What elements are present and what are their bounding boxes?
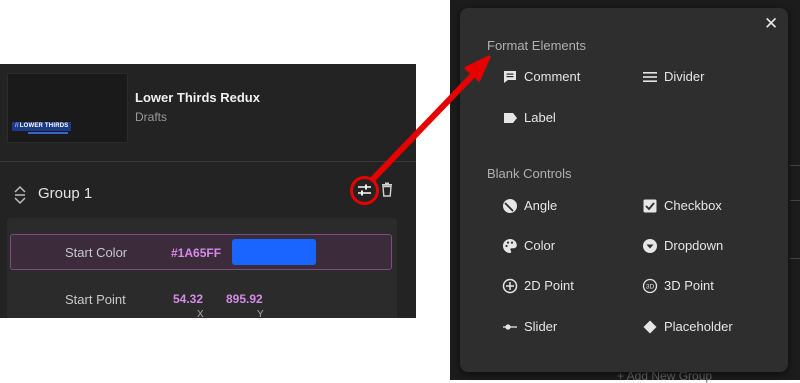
close-button[interactable]: ✕ xyxy=(764,15,778,32)
header-divider xyxy=(0,161,416,162)
y-axis-label: Y xyxy=(257,309,264,318)
start-color-row[interactable]: Start Color #1A65FF xyxy=(10,234,392,270)
add-control-popup: ✕ Format Elements Comment Divider Label … xyxy=(460,8,788,372)
background-edge-line xyxy=(790,258,800,259)
angle-label: Angle xyxy=(524,198,558,213)
label-label: Label xyxy=(524,110,556,125)
x-axis-label: X xyxy=(197,309,204,318)
checkbox-label: Checkbox xyxy=(664,198,722,213)
group-row: Group 1 xyxy=(0,174,416,214)
menu-item-2d-point[interactable]: 2D Point xyxy=(502,277,574,295)
format-elements-title: Format Elements xyxy=(487,38,586,53)
menu-item-placeholder[interactable]: Placeholder xyxy=(642,318,733,336)
menu-item-comment[interactable]: Comment xyxy=(502,68,580,86)
properties-panel: Start Color #1A65FF Start Point 54.32 89… xyxy=(7,218,397,318)
thumbnail-underline xyxy=(28,132,68,134)
menu-item-checkbox[interactable]: Checkbox xyxy=(642,197,722,215)
menu-item-3d-point[interactable]: 3D 3D Point xyxy=(642,277,714,295)
slider-label: Slider xyxy=(524,319,558,334)
project-header: LOWER THIRDS Lower Thirds Redux Drafts xyxy=(0,64,416,162)
menu-item-slider[interactable]: Slider xyxy=(502,318,557,336)
trash-icon[interactable] xyxy=(381,182,393,197)
label-icon xyxy=(504,113,517,123)
left-panel: LOWER THIRDS Lower Thirds Redux Drafts G… xyxy=(0,64,416,318)
3d-point-label: 3D Point xyxy=(664,278,714,293)
dropdown-label: Dropdown xyxy=(664,238,724,253)
comment-label: Comment xyxy=(524,69,581,84)
reorder-icon[interactable] xyxy=(13,184,27,206)
comment-icon xyxy=(504,71,516,83)
divider-label: Divider xyxy=(664,69,705,84)
start-color-value[interactable]: #1A65FF xyxy=(171,246,221,260)
format-controls-button[interactable] xyxy=(350,176,379,205)
menu-item-label[interactable]: Label xyxy=(502,109,556,127)
background-edge-line xyxy=(790,165,800,166)
divider-icon xyxy=(643,72,657,82)
svg-text:3D: 3D xyxy=(646,284,655,291)
project-title: Lower Thirds Redux xyxy=(135,90,260,105)
project-thumbnail[interactable]: LOWER THIRDS xyxy=(7,73,128,143)
start-color-label: Start Color xyxy=(65,245,128,260)
menu-item-dropdown[interactable]: Dropdown xyxy=(642,237,723,255)
color-label: Color xyxy=(524,238,556,253)
menu-item-color[interactable]: Color xyxy=(502,237,555,255)
menu-item-angle[interactable]: Angle xyxy=(502,197,557,215)
2d-point-label: 2D Point xyxy=(524,278,574,293)
checkbox-icon xyxy=(643,199,657,213)
palette-icon xyxy=(503,239,517,253)
menu-item-divider[interactable]: Divider xyxy=(642,68,704,86)
slider-icon xyxy=(503,324,517,330)
placeholder-icon xyxy=(643,320,657,334)
background-edge-line xyxy=(790,200,800,201)
project-subtitle: Drafts xyxy=(135,110,168,124)
dropdown-icon xyxy=(643,239,657,253)
placeholder-label: Placeholder xyxy=(664,319,733,334)
thumbnail-logo: LOWER THIRDS xyxy=(12,122,72,131)
start-point-y-value[interactable]: 895.92 xyxy=(226,292,263,306)
blank-controls-title: Blank Controls xyxy=(487,166,572,181)
start-point-label: Start Point xyxy=(65,292,126,307)
start-color-swatch[interactable] xyxy=(232,239,316,265)
group-label: Group 1 xyxy=(38,185,93,202)
sliders-icon xyxy=(358,184,371,196)
start-point-x-value[interactable]: 54.32 xyxy=(173,292,203,306)
angle-icon xyxy=(503,199,517,213)
3d-point-icon: 3D xyxy=(642,278,658,294)
2d-point-icon xyxy=(502,278,518,294)
